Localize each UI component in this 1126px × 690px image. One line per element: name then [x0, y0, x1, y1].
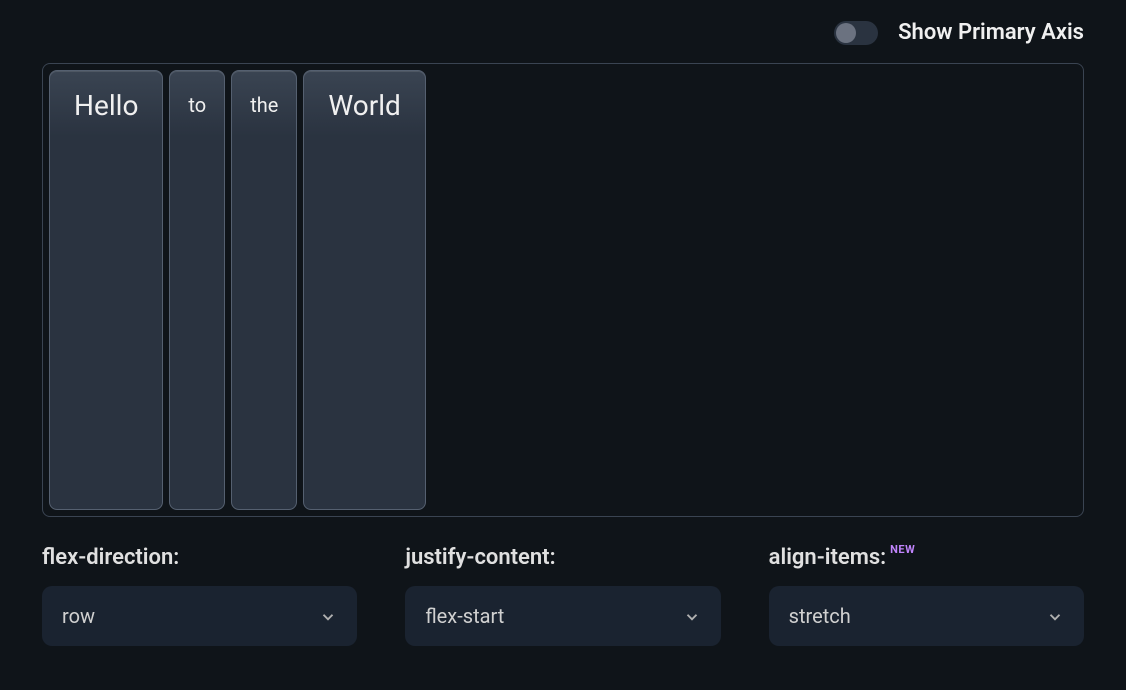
toggle-label: Show Primary Axis — [898, 20, 1084, 45]
select-value: flex-start — [425, 604, 504, 628]
flex-item: Hello — [49, 70, 163, 510]
new-badge: NEW — [890, 543, 915, 556]
align-items-label: align-items: NEW — [769, 545, 1084, 570]
toggle-knob — [836, 23, 856, 43]
flex-demo-container: Hello to the World — [42, 63, 1084, 517]
justify-content-control: justify-content: flex-start — [405, 545, 720, 646]
flex-direction-select[interactable]: row — [42, 586, 357, 646]
align-items-select[interactable]: stretch — [769, 586, 1084, 646]
label-text: justify-content: — [405, 545, 555, 570]
chevron-down-icon — [1046, 607, 1064, 625]
flex-item: the — [231, 70, 297, 510]
justify-content-label: justify-content: — [405, 545, 720, 570]
flex-item: to — [169, 70, 225, 510]
show-primary-axis-toggle[interactable] — [834, 21, 878, 45]
chevron-down-icon — [683, 607, 701, 625]
select-value: row — [62, 604, 95, 628]
flex-item: World — [303, 70, 425, 510]
header: Show Primary Axis — [42, 20, 1084, 45]
chevron-down-icon — [319, 607, 337, 625]
label-text: align-items: — [769, 545, 886, 570]
flex-direction-label: flex-direction: — [42, 545, 357, 570]
label-text: flex-direction: — [42, 545, 179, 570]
controls-row: flex-direction: row justify-content: fle… — [42, 545, 1084, 646]
align-items-control: align-items: NEW stretch — [769, 545, 1084, 646]
justify-content-select[interactable]: flex-start — [405, 586, 720, 646]
select-value: stretch — [789, 604, 851, 628]
flex-direction-control: flex-direction: row — [42, 545, 357, 646]
